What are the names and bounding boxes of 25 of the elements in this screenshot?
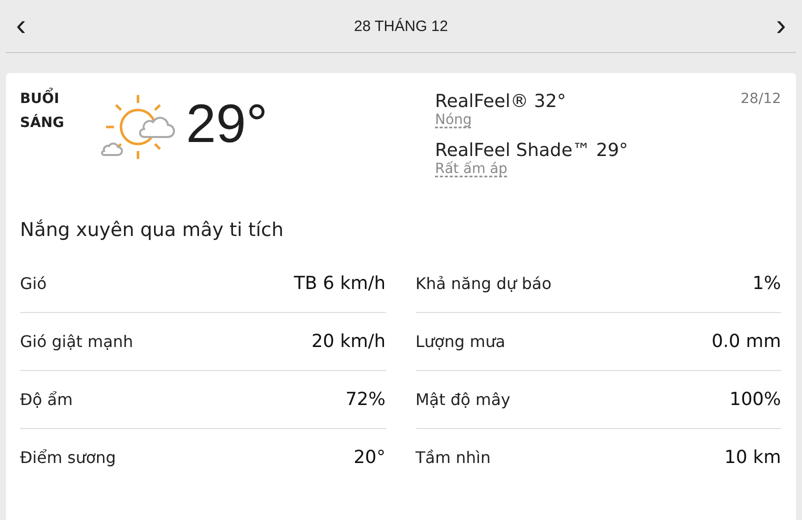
date-label: 28/12: [740, 91, 781, 109]
detail-label: Lượng mưa: [416, 332, 506, 351]
detail-value: 72%: [345, 389, 386, 410]
detail-label: Gió: [20, 274, 47, 293]
detail-value: 10 km: [724, 447, 781, 468]
temperature: 29°: [186, 93, 268, 156]
detail-value: 0.0 mm: [712, 331, 781, 352]
detail-label: Khả năng dự báo: [416, 274, 552, 293]
next-button[interactable]: ›: [766, 11, 796, 41]
detail-label: Mật độ mây: [416, 390, 510, 409]
detail-label: Gió giật mạnh: [20, 332, 134, 351]
detail-value: 20°: [354, 447, 386, 468]
detail-value: 100%: [730, 389, 781, 410]
previous-button[interactable]: ‹: [6, 11, 36, 41]
detail-value: TB 6 km/h: [294, 273, 386, 294]
period-label: BUỔI SÁNG: [20, 88, 82, 189]
detail-label: Độ ẩm: [20, 390, 73, 409]
date-title: 28 THÁNG 12: [354, 18, 448, 34]
detail-value: 20 km/h: [311, 331, 386, 352]
detail-value: 1%: [752, 273, 781, 294]
condition-text: Nắng xuyên qua mây ti tích: [20, 219, 285, 241]
detail-label: Tầm nhìn: [416, 448, 491, 467]
realfeel-label: RealFeel® 32°: [435, 91, 566, 112]
detail-label: Điểm sương: [20, 448, 116, 467]
realfeel-label: RealFeel Shade™ 29°: [435, 140, 628, 161]
